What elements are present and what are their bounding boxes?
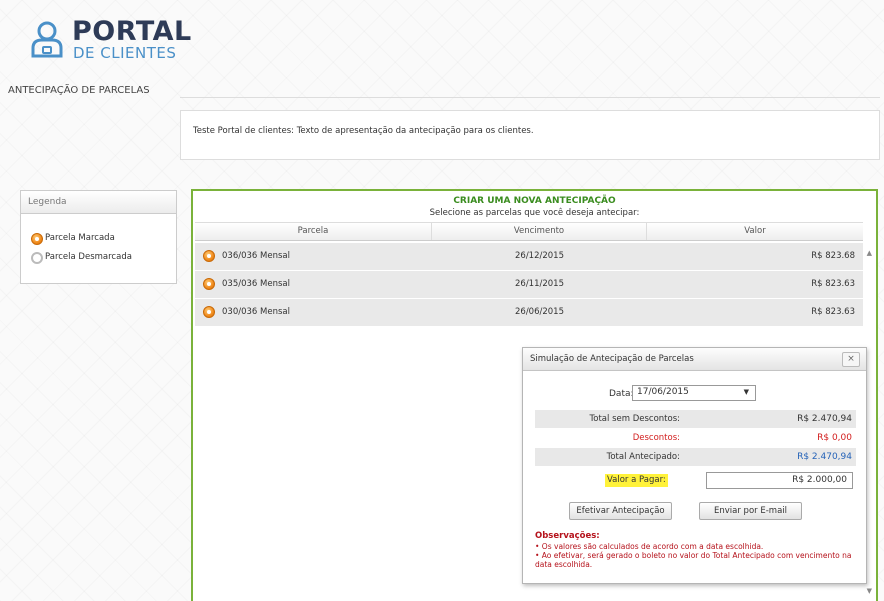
total-anticipated-row: Total Antecipado: R$ 2.470,94	[535, 448, 856, 466]
scroll-up-arrow-icon[interactable]: ▲	[867, 249, 872, 257]
observations-title: Observações:	[535, 531, 600, 541]
summary-value: R$ 0,00	[817, 433, 852, 443]
summary-label: Descontos:	[632, 433, 680, 443]
panel-title: CRIAR UMA NOVA ANTECIPAÇÃO	[453, 196, 616, 206]
cell-parcela: 036/036 Mensal	[222, 251, 290, 261]
cell-vencimento: 26/12/2015	[515, 251, 564, 261]
checked-radio-icon	[31, 233, 43, 245]
table-header: Parcela Vencimento Valor	[195, 222, 863, 241]
page-title: ANTECIPAÇÃO DE PARCELAS	[8, 85, 150, 96]
simulation-dialog: Simulação de Antecipação de Parcelas × D…	[522, 347, 867, 584]
discount-row: Descontos: R$ 0,00	[535, 429, 856, 447]
legend-title: Legenda	[21, 191, 176, 214]
legend-panel: Legenda Parcela Marcada Parcela Desmarca…	[20, 190, 177, 284]
column-header-parcela[interactable]: Parcela	[195, 223, 432, 240]
table-row[interactable]: 030/036 Mensal 26/06/2015 R$ 823.63	[195, 299, 863, 327]
summary-label: Total Antecipado:	[606, 452, 680, 462]
cell-parcela: 030/036 Mensal	[222, 307, 290, 317]
portal-logo: PORTAL DE CLIENTES	[30, 14, 200, 62]
summary-value: R$ 2.470,94	[797, 452, 852, 462]
table-row[interactable]: 036/036 Mensal 26/12/2015 R$ 823.68	[195, 243, 863, 271]
confirm-anticipation-button[interactable]: Efetivar Antecipação	[569, 502, 672, 520]
cell-vencimento: 26/06/2015	[515, 307, 564, 317]
close-button[interactable]: ×	[842, 352, 860, 367]
checked-radio-icon[interactable]	[203, 250, 215, 262]
checked-radio-icon[interactable]	[203, 306, 215, 318]
send-email-button[interactable]: Enviar por E-mail	[699, 502, 802, 520]
cell-valor: R$ 823.68	[811, 251, 855, 261]
user-shield-icon	[31, 21, 63, 58]
brand-subtitle: DE CLIENTES	[73, 44, 177, 62]
cell-valor: R$ 823.63	[811, 279, 855, 289]
amount-to-pay-input[interactable]: R$ 2.000,00	[706, 472, 853, 489]
column-header-valor[interactable]: Valor	[647, 223, 863, 240]
date-value: 17/06/2015	[637, 387, 689, 397]
legend-item-label: Parcela Marcada	[45, 233, 115, 243]
total-without-discount-row: Total sem Descontos: R$ 2.470,94	[535, 410, 856, 428]
observation-line: • Ao efetivar, será gerado o boleto no v…	[535, 551, 852, 569]
cell-parcela: 035/036 Mensal	[222, 279, 290, 289]
cell-valor: R$ 823.63	[811, 307, 855, 317]
checked-radio-icon[interactable]	[203, 278, 215, 290]
date-select[interactable]: 17/06/2015 ▼	[632, 385, 756, 401]
date-label: Data:	[609, 389, 634, 399]
dialog-header[interactable]: Simulação de Antecipação de Parcelas ×	[523, 348, 866, 371]
column-header-vencimento[interactable]: Vencimento	[432, 223, 647, 240]
legend-item-label: Parcela Desmarcada	[45, 252, 132, 262]
observation-line: • Os valores são calculados de acordo co…	[535, 542, 764, 551]
dropdown-arrow-icon[interactable]: ▼	[744, 388, 749, 396]
amount-to-pay-label: Valor a Pagar:	[605, 474, 668, 487]
table-row[interactable]: 035/036 Mensal 26/11/2015 R$ 823.63	[195, 271, 863, 299]
brand-title: PORTAL	[72, 16, 192, 47]
summary-label: Total sem Descontos:	[589, 414, 680, 424]
intro-panel: Teste Portal de clientes: Texto de apres…	[180, 110, 880, 160]
heading-divider	[180, 97, 880, 98]
unchecked-radio-icon	[31, 252, 43, 264]
intro-text: Teste Portal de clientes: Texto de apres…	[193, 126, 534, 136]
dialog-title: Simulação de Antecipação de Parcelas	[530, 354, 694, 364]
panel-subtitle: Selecione as parcelas que você deseja an…	[429, 208, 640, 218]
summary-value: R$ 2.470,94	[797, 414, 852, 424]
scroll-down-arrow-icon[interactable]: ▼	[867, 587, 872, 595]
cell-vencimento: 26/11/2015	[515, 279, 564, 289]
